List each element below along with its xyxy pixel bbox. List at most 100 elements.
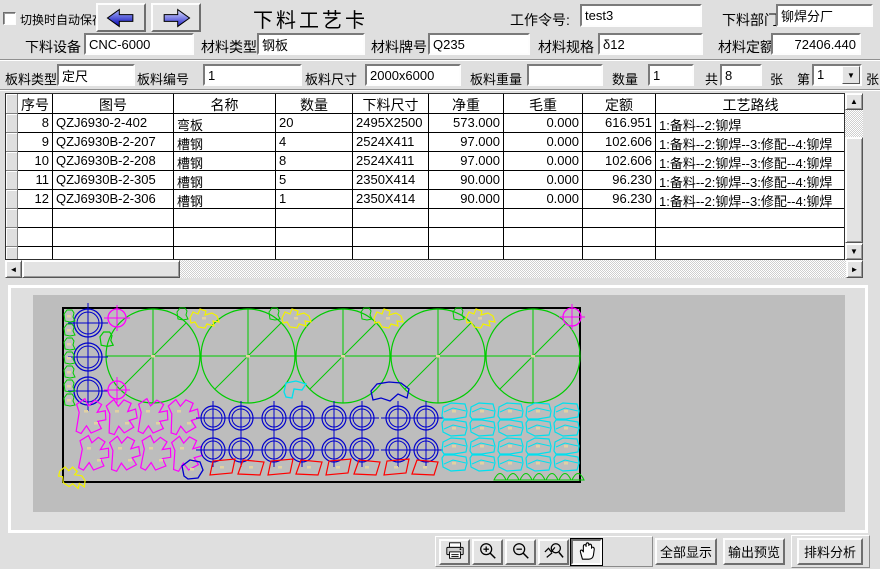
scroll-right-icon[interactable]: ► <box>846 260 863 278</box>
zoom-window-button[interactable] <box>538 539 569 565</box>
table-cell: 96.230 <box>583 171 656 190</box>
table-cell: 8 <box>18 114 53 133</box>
current-sheet-combobox[interactable]: 1 ▼ <box>812 64 862 86</box>
table-cell <box>656 228 845 247</box>
nest-analysis-button[interactable]: 排料分析 <box>797 538 863 565</box>
show-all-button[interactable]: 全部显示 <box>655 538 717 565</box>
pan-icon <box>576 541 598 564</box>
table-cell: 1 <box>276 190 353 209</box>
row-selector[interactable] <box>6 247 18 260</box>
table-row[interactable]: 8QZJ6930-2-402弯板202495X2500573.0000.0006… <box>6 114 844 133</box>
table-cell: 1:备料--2:铆焊--3:修配--4:铆焊 <box>656 171 845 190</box>
table-cell: 1:备料--2:铆焊--3:修配--4:铆焊 <box>656 133 845 152</box>
dept-label: 下料部门 <box>722 10 778 30</box>
table-cell <box>583 228 656 247</box>
table-cell: 0.000 <box>504 190 583 209</box>
arrow-left-icon <box>101 7 141 29</box>
zoom-out-button[interactable] <box>505 539 536 565</box>
row-selector[interactable] <box>6 114 18 133</box>
arrow-right-icon <box>156 7 196 29</box>
table-cell <box>429 209 504 228</box>
output-preview-button[interactable]: 输出预览 <box>723 538 785 565</box>
table-cell: 2350X414 <box>353 190 429 209</box>
row-selector[interactable] <box>6 228 18 247</box>
plate-no-input[interactable] <box>203 64 302 86</box>
plate-weight-label: 板料重量 <box>470 69 522 88</box>
plate-type-input[interactable] <box>57 64 135 86</box>
row-selector[interactable] <box>6 171 18 190</box>
material-type-label: 材料类型 <box>201 37 257 57</box>
table-row[interactable]: 12QZJ6930B-2-306槽钢12350X41490.0000.00096… <box>6 190 844 209</box>
table-cell: 573.000 <box>429 114 504 133</box>
job-number-label: 工作令号: <box>510 10 570 30</box>
job-number-input[interactable] <box>580 4 702 27</box>
chevron-down-icon[interactable]: ▼ <box>842 66 860 84</box>
table-cell: 1:备料--2:铆焊 <box>656 114 845 133</box>
table-cell <box>504 228 583 247</box>
app-window: 切换时自动保存 下料工艺卡 工作令号: 下料部门 下料设备 材料类型 材料牌号 … <box>0 0 880 569</box>
material-type-input[interactable] <box>257 33 365 55</box>
table-row[interactable]: 11QZJ6930B-2-305槽钢52350X41490.0000.00096… <box>6 171 844 190</box>
table-cell <box>174 247 276 260</box>
hscroll-thumb[interactable] <box>22 260 180 278</box>
table-header-row: 序号图号名称数量下料尺寸净重毛重定额工艺路线 <box>6 94 844 114</box>
table-cell: QZJ6930B-2-207 <box>53 133 174 152</box>
divider <box>0 60 880 61</box>
qty-input[interactable] <box>648 64 694 86</box>
scroll-down-icon[interactable]: ▼ <box>845 243 863 260</box>
scroll-up-icon[interactable]: ▲ <box>845 93 863 110</box>
pan-button[interactable] <box>571 539 602 565</box>
table-cell <box>53 228 174 247</box>
zoom-in-button[interactable] <box>472 539 503 565</box>
row-selector[interactable] <box>6 94 18 114</box>
plate-weight-input[interactable] <box>527 64 603 86</box>
material-quota-input[interactable] <box>771 33 861 55</box>
zoom-window-icon <box>543 541 565 564</box>
row-selector[interactable] <box>6 209 18 228</box>
device-input[interactable] <box>84 33 194 55</box>
table-row[interactable]: 10QZJ6930B-2-208槽钢82524X41197.0000.00010… <box>6 152 844 171</box>
table-empty-row[interactable] <box>6 247 844 260</box>
row-selector[interactable] <box>6 190 18 209</box>
column-header: 序号 <box>18 94 53 114</box>
dept-input[interactable] <box>776 4 873 27</box>
table-cell: 97.000 <box>429 133 504 152</box>
column-header: 图号 <box>53 94 174 114</box>
autosave-checkbox[interactable] <box>3 12 16 25</box>
table-cell: 12 <box>18 190 53 209</box>
table-cell: 616.951 <box>583 114 656 133</box>
plate-size-input[interactable] <box>365 64 461 86</box>
material-grade-label: 材料牌号 <box>371 37 427 57</box>
print-button[interactable] <box>439 539 470 565</box>
nesting-canvas[interactable] <box>33 295 845 512</box>
table-cell <box>276 209 353 228</box>
next-sheet-button[interactable] <box>151 3 201 32</box>
row-selector[interactable] <box>6 133 18 152</box>
table-hscrollbar[interactable]: ◄ ► <box>5 260 863 278</box>
table-empty-row[interactable] <box>6 228 844 247</box>
autosave-label: 切换时自动保存 <box>20 11 104 28</box>
table-empty-row[interactable] <box>6 209 844 228</box>
vscroll-thumb[interactable] <box>845 137 863 243</box>
table-cell <box>583 209 656 228</box>
scroll-left-icon[interactable]: ◄ <box>5 260 22 278</box>
table-cell: 10 <box>18 152 53 171</box>
table-vscrollbar[interactable]: ▲ ▼ <box>845 93 863 260</box>
column-header: 工艺路线 <box>656 94 845 114</box>
prev-sheet-button[interactable] <box>96 3 146 32</box>
current-sheet-value: 1 <box>817 67 824 82</box>
table-cell: 20 <box>276 114 353 133</box>
total-sheets-input[interactable] <box>720 64 762 86</box>
material-grade-input[interactable] <box>428 33 530 55</box>
qty-label: 数量 <box>612 69 638 88</box>
table-cell: 102.606 <box>583 152 656 171</box>
table-cell <box>174 209 276 228</box>
table-row[interactable]: 9QZJ6930B-2-207槽钢42524X41197.0000.000102… <box>6 133 844 152</box>
table-cell: 4 <box>276 133 353 152</box>
table-cell <box>353 209 429 228</box>
table-cell: 槽钢 <box>174 152 276 171</box>
table-cell <box>656 209 845 228</box>
row-selector[interactable] <box>6 152 18 171</box>
column-header: 数量 <box>276 94 353 114</box>
material-spec-input[interactable] <box>598 33 703 55</box>
